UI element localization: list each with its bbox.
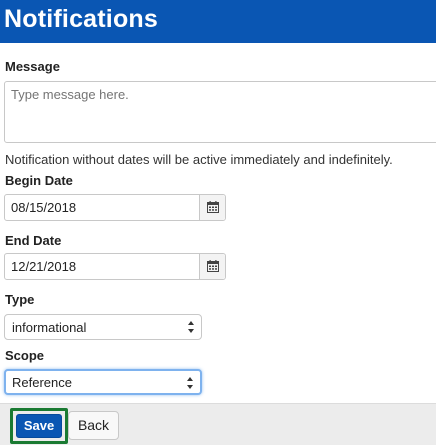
scope-select[interactable]: Reference [4, 369, 202, 395]
type-label: Type [5, 292, 35, 307]
type-selected-value: informational [12, 320, 87, 335]
message-textarea[interactable] [4, 81, 436, 143]
end-date-field [4, 253, 226, 280]
scope-label: Scope [5, 348, 45, 363]
begin-date-input[interactable] [5, 195, 200, 220]
begin-date-field [4, 194, 226, 221]
message-label: Message [5, 59, 60, 74]
scope-selected-value: Reference [12, 375, 72, 390]
end-date-calendar-button[interactable] [199, 254, 225, 279]
page-title: Notifications [4, 5, 158, 33]
form-footer: Save Back [0, 403, 436, 445]
save-button-focus-outline: Save [10, 408, 68, 444]
begin-date-calendar-button[interactable] [199, 195, 225, 220]
dates-help-text: Notification without dates will be activ… [5, 152, 393, 167]
save-button[interactable]: Save [16, 414, 62, 438]
page-header: Notifications [0, 0, 436, 43]
type-select[interactable]: informational [4, 314, 202, 340]
calendar-icon [207, 201, 219, 213]
select-arrows-icon [188, 321, 194, 333]
end-date-label: End Date [5, 233, 62, 248]
begin-date-label: Begin Date [5, 173, 73, 188]
select-arrows-icon [187, 377, 193, 389]
back-button[interactable]: Back [68, 411, 119, 440]
end-date-input[interactable] [5, 254, 200, 279]
calendar-icon [207, 260, 219, 272]
